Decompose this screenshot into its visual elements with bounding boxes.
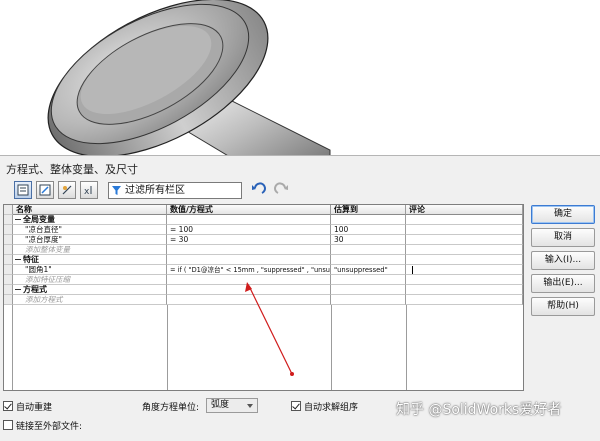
cancel-button[interactable]: 取消 xyxy=(531,228,595,247)
section-row-equations[interactable]: 方程式 xyxy=(4,285,523,295)
ok-button[interactable]: 确定 xyxy=(531,205,595,224)
model-render xyxy=(47,0,331,160)
section-row-globals[interactable]: 全局变量 xyxy=(4,215,523,225)
auto-solve-label: 自动求解组序 xyxy=(304,403,359,413)
column-header-name[interactable]: 名称 xyxy=(13,205,167,215)
auto-solve-checkbox[interactable] xyxy=(291,401,301,411)
angle-unit-label: 角度方程单位: xyxy=(142,403,200,413)
row-comment[interactable] xyxy=(406,265,523,275)
section-label-globals: 全局变量 xyxy=(13,215,167,225)
add-equation-placeholder[interactable]: 添加方程式 xyxy=(13,295,167,305)
link-external-label: 链接至外部文件: xyxy=(16,422,83,432)
ordered-view-icon[interactable]: x xyxy=(80,181,98,199)
section-label-equations: 方程式 xyxy=(13,285,167,295)
sketch-equation-view-icon[interactable] xyxy=(36,181,54,199)
column-header-value[interactable]: 数值/方程式 xyxy=(167,205,331,215)
table-header-row: 名称 数值/方程式 估算到 评论 xyxy=(4,205,523,215)
help-button[interactable]: 帮助(H) xyxy=(531,297,595,316)
row-value[interactable]: = 30 xyxy=(167,235,331,245)
export-button[interactable]: 输出(E)... xyxy=(531,274,595,293)
text-cursor xyxy=(412,266,413,274)
table-row[interactable]: "凉台厚度" = 30 30 xyxy=(4,235,523,245)
auto-rebuild-label: 自动重建 xyxy=(16,403,53,413)
row-name[interactable]: "凉台厚度" xyxy=(13,235,167,245)
row-evaluates: 30 xyxy=(331,235,406,245)
model-viewport[interactable] xyxy=(0,0,600,160)
filter-field[interactable]: 过滤所有栏区 xyxy=(108,181,242,199)
angle-unit-select[interactable]: 弧度 xyxy=(206,398,258,413)
link-external-checkbox[interactable] xyxy=(3,420,13,430)
add-feature-placeholder[interactable]: 添加特征压缩 xyxy=(13,275,167,285)
add-equation-row[interactable]: 添加方程式 xyxy=(4,295,523,305)
add-global-row[interactable]: 添加整体变量 xyxy=(4,245,523,255)
auto-rebuild-checkbox[interactable] xyxy=(3,401,13,411)
add-global-placeholder[interactable]: 添加整体变量 xyxy=(13,245,167,255)
row-evaluates: "unsuppressed" xyxy=(331,265,406,275)
row-comment[interactable] xyxy=(406,235,523,245)
row-name[interactable]: "圆角1" xyxy=(13,265,167,275)
redo-icon[interactable] xyxy=(274,182,290,198)
row-comment[interactable] xyxy=(406,225,523,235)
section-row-features[interactable]: 特征 xyxy=(4,255,523,265)
solidworks-window: 方程式、整体变量、及尺寸 x 过滤所有栏区 名称 数值/方程式 估算到 评论 全… xyxy=(0,0,600,441)
equations-table: 名称 数值/方程式 估算到 评论 全局变量 "凉台直径" = 100 100 "… xyxy=(3,204,524,391)
add-feature-row[interactable]: 添加特征压缩 xyxy=(4,275,523,285)
import-button[interactable]: 输入(I)... xyxy=(531,251,595,270)
row-value[interactable]: = 100 xyxy=(167,225,331,235)
column-header-evaluates[interactable]: 估算到 xyxy=(331,205,406,215)
svg-text:x: x xyxy=(84,187,90,197)
section-label-features: 特征 xyxy=(13,255,167,265)
collapse-icon[interactable] xyxy=(15,219,21,220)
filter-icon xyxy=(112,185,121,195)
collapse-icon[interactable] xyxy=(15,259,21,260)
undo-icon[interactable] xyxy=(250,182,266,198)
equation-view-icon[interactable] xyxy=(14,181,32,199)
dialog-title: 方程式、整体变量、及尺寸 xyxy=(6,163,138,176)
row-value[interactable]: = if ( "D1@凉台" < 15mm , "suppressed" , "… xyxy=(167,265,331,275)
table-row[interactable]: "圆角1" = if ( "D1@凉台" < 15mm , "suppresse… xyxy=(4,265,523,275)
table-row[interactable]: "凉台直径" = 100 100 xyxy=(4,225,523,235)
filter-label: 过滤所有栏区 xyxy=(125,184,185,196)
row-evaluates: 100 xyxy=(331,225,406,235)
dimension-view-icon[interactable] xyxy=(58,181,76,199)
collapse-icon[interactable] xyxy=(15,289,21,290)
watermark: 知乎 @SolidWorks爱好者 xyxy=(396,402,562,418)
chevron-down-icon xyxy=(247,404,253,408)
column-header-comment[interactable]: 评论 xyxy=(406,205,523,215)
dialog-toolbar: x 过滤所有栏区 xyxy=(14,180,290,200)
row-name[interactable]: "凉台直径" xyxy=(13,225,167,235)
